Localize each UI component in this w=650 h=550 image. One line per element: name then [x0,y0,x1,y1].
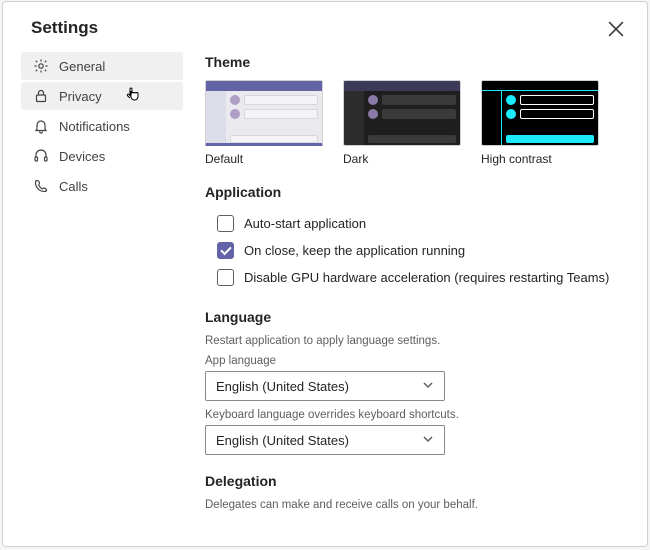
chevron-down-icon [422,433,434,448]
theme-option-high-contrast[interactable]: High contrast [481,80,599,166]
theme-preview [481,80,599,146]
bell-icon [33,118,49,134]
section-heading-theme: Theme [205,54,623,70]
checkbox-label: Disable GPU hardware acceleration (requi… [244,270,609,285]
sidebar-nav: General Privacy Notifications Devic [3,52,193,546]
checkbox-label: On close, keep the application running [244,243,465,258]
lock-icon [33,88,49,104]
sidebar-item-label: Calls [59,179,88,194]
theme-option-dark[interactable]: Dark [343,80,461,166]
section-heading-application: Application [205,184,623,200]
chevron-down-icon [422,379,434,394]
checkbox-label: Auto-start application [244,216,366,231]
section-heading-delegation: Delegation [205,473,623,489]
keyboard-language-label: Keyboard language overrides keyboard sho… [205,409,623,421]
headset-icon [33,148,49,164]
sidebar-item-general[interactable]: General [21,52,183,80]
app-language-label: App language [205,355,623,367]
theme-selector: Default Dark [205,80,623,166]
checkbox-icon [217,242,234,259]
section-heading-language: Language [205,309,623,325]
gear-icon [33,58,49,74]
dialog-header: Settings [3,2,647,52]
sidebar-item-label: Privacy [59,89,102,104]
delegation-hint: Delegates can make and receive calls on … [205,499,623,511]
app-language-select[interactable]: English (United States) [205,371,445,401]
theme-preview [205,80,323,146]
keyboard-language-select[interactable]: English (United States) [205,425,445,455]
phone-icon [33,178,49,194]
sidebar-item-label: Devices [59,149,105,164]
sidebar-item-label: General [59,59,105,74]
theme-label: Dark [343,152,461,166]
theme-preview [343,80,461,146]
theme-label: Default [205,152,323,166]
dialog-title: Settings [31,18,98,38]
checkbox-icon [217,269,234,286]
main-content: Theme Default [193,52,647,546]
checkbox-disable-gpu[interactable]: Disable GPU hardware acceleration (requi… [205,264,623,291]
cursor-hand-icon [125,86,141,102]
sidebar-item-label: Notifications [59,119,130,134]
sidebar-item-notifications[interactable]: Notifications [21,112,183,140]
checkbox-auto-start[interactable]: Auto-start application [205,210,623,237]
settings-dialog: Settings General Privacy [2,1,648,547]
close-button[interactable] [605,18,627,40]
close-icon [605,18,627,40]
theme-label: High contrast [481,152,599,166]
sidebar-item-devices[interactable]: Devices [21,142,183,170]
select-value: English (United States) [216,379,349,394]
sidebar-item-calls[interactable]: Calls [21,172,183,200]
language-restart-hint: Restart application to apply language se… [205,335,623,347]
theme-option-default[interactable]: Default [205,80,323,166]
checkbox-icon [217,215,234,232]
sidebar-item-privacy[interactable]: Privacy [21,82,183,110]
select-value: English (United States) [216,433,349,448]
checkbox-on-close[interactable]: On close, keep the application running [205,237,623,264]
